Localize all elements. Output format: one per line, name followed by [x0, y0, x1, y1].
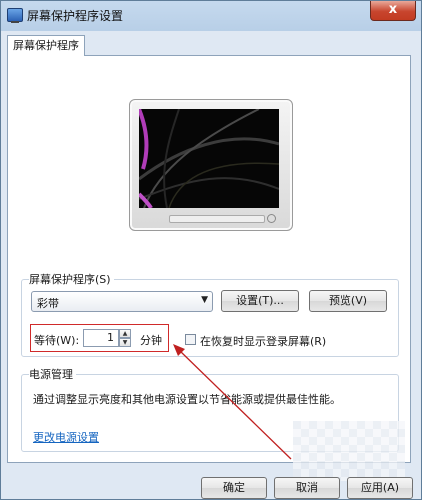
- preview-screen: [139, 109, 279, 208]
- power-group-label: 电源管理: [29, 366, 76, 382]
- tab-screensaver[interactable]: 屏幕保护程序: [7, 35, 85, 56]
- ok-button[interactable]: 确定: [201, 477, 267, 499]
- resume-checkbox-label[interactable]: 在恢复时显示登录屏幕(R): [200, 333, 326, 349]
- window-title: 屏幕保护程序设置: [27, 9, 124, 23]
- change-power-settings-link[interactable]: 更改电源设置: [33, 429, 99, 445]
- settings-button[interactable]: 设置(T)...: [221, 290, 299, 312]
- screensaver-settings-window: 屏幕保护程序设置 x 屏幕保护程序 屏幕保护程序(S) 彩带 ▼ 设置(T)..…: [0, 0, 422, 500]
- close-button[interactable]: x: [370, 1, 416, 21]
- apply-button[interactable]: 应用(A): [347, 477, 413, 499]
- monitor-power-dot: [267, 214, 276, 223]
- chevron-down-icon: ▼: [201, 295, 208, 305]
- cancel-button[interactable]: 取消: [274, 477, 340, 499]
- preview-button[interactable]: 预览(V): [309, 290, 387, 312]
- display-icon: [7, 8, 23, 23]
- watermark-pattern: [293, 421, 405, 481]
- screensaver-selected: 彩带: [37, 297, 59, 310]
- power-description: 通过调整显示亮度和其他电源设置以节省能源或提供最佳性能。: [33, 393, 341, 406]
- title-bar[interactable]: 屏幕保护程序设置 x: [1, 1, 421, 29]
- screensaver-select[interactable]: 彩带 ▼: [31, 291, 213, 312]
- wait-highlight-box: [30, 324, 169, 352]
- screensaver-group-label: 屏幕保护程序(S): [29, 271, 114, 287]
- resume-checkbox[interactable]: [185, 334, 196, 345]
- monitor-stand-bar: [169, 215, 265, 223]
